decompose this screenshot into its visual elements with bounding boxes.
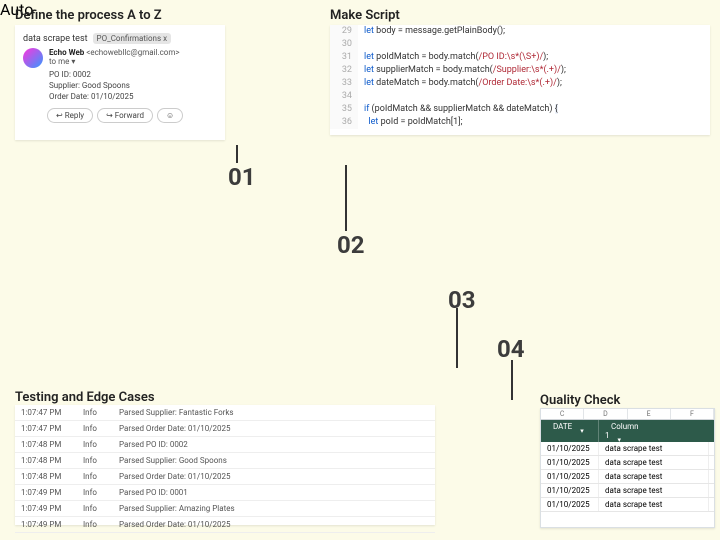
- step-tick: [236, 145, 238, 163]
- heading-script: Make Script: [330, 8, 400, 23]
- heading-process: Define the process A to Z: [15, 8, 162, 23]
- forward-button[interactable]: ↪ Forward: [97, 108, 153, 123]
- sheet-column-letters: CDEF: [541, 409, 714, 420]
- log-row: 1:07:47 PMInfoParsed Order Date: 01/10/2…: [15, 421, 435, 437]
- step-02: 02: [337, 231, 365, 259]
- line-number: 32: [330, 64, 358, 77]
- step-tick: [456, 308, 458, 368]
- line-number: 33: [330, 77, 358, 90]
- code-line: if (poIdMatch && supplierMatch && dateMa…: [358, 103, 558, 116]
- heading-testing: Testing and Edge Cases: [15, 390, 155, 405]
- step-tick: [511, 360, 513, 400]
- table-row[interactable]: 01/10/2025data scrape test: [541, 498, 714, 512]
- chevron-down-icon[interactable]: ▾: [574, 425, 590, 437]
- log-row: 1:07:49 PMInfoParsed PO ID: 0001: [15, 485, 435, 501]
- log-row: 1:07:48 PMInfoParsed Supplier: Good Spoo…: [15, 453, 435, 469]
- sheet-panel: CDEF DATE▾ Column 1▾ 01/10/2025data scra…: [540, 408, 715, 528]
- code-panel: 29let body = message.getPlainBody();3031…: [330, 25, 710, 135]
- table-row[interactable]: 01/10/2025data scrape test: [541, 456, 714, 470]
- code-line: [358, 90, 364, 103]
- table-row[interactable]: 01/10/2025data scrape test: [541, 470, 714, 484]
- code-line: let poId = poIdMatch[1];: [358, 116, 463, 129]
- code-line: let body = message.getPlainBody();: [358, 25, 505, 38]
- code-line: let supplierMatch = body.match(/Supplier…: [358, 64, 566, 77]
- step-tick: [345, 165, 347, 231]
- table-row[interactable]: 01/10/2025data scrape test: [541, 484, 714, 498]
- email-label-chip[interactable]: PO_Confirmations x: [93, 33, 171, 44]
- code-line: let poIdMatch = body.match(/PO ID:\s*(\S…: [358, 51, 548, 64]
- log-row: 1:07:48 PMInfoParsed Order Date: 01/10/2…: [15, 469, 435, 485]
- code-line: [358, 38, 364, 51]
- sheet-header[interactable]: DATE▾ Column 1▾: [541, 420, 714, 442]
- log-row: 1:07:49 PMInfoParsed Supplier: Amazing P…: [15, 501, 435, 517]
- code-line: let dateMatch = body.match(/Order Date:\…: [358, 77, 562, 90]
- email-body: PO ID: 0002 Supplier: Good Spoons Order …: [23, 68, 217, 108]
- chevron-down-icon[interactable]: ▾: [612, 434, 628, 446]
- log-row: 1:07:48 PMInfoParsed PO ID: 0002: [15, 437, 435, 453]
- react-button[interactable]: ☺: [157, 108, 183, 123]
- step-04: 04: [497, 335, 525, 363]
- line-number: 30: [330, 38, 358, 51]
- heading-quality: Quality Check: [540, 393, 620, 408]
- email-subject: data scrape test: [23, 34, 88, 44]
- line-number: 35: [330, 103, 358, 116]
- log-row: 1:07:47 PMInfoParsed Supplier: Fantastic…: [15, 405, 435, 421]
- email-panel: data scrape test PO_Confirmations x Echo…: [15, 25, 225, 140]
- log-row: 1:07:49 PMInfoParsed Order Date: 01/10/2…: [15, 517, 435, 533]
- line-number: 29: [330, 25, 358, 38]
- line-number: 34: [330, 90, 358, 103]
- log-panel: 1:07:47 PMInfoParsed Supplier: Fantastic…: [15, 405, 435, 525]
- line-number: 36: [330, 116, 358, 129]
- email-sender: Echo Web <echowebllc@gmail.com> to me ▾: [49, 48, 180, 66]
- line-number: 31: [330, 51, 358, 64]
- avatar: [23, 48, 43, 68]
- table-row[interactable]: 01/10/2025data scrape test: [541, 442, 714, 456]
- step-01: 01: [228, 163, 256, 191]
- step-03: 03: [448, 286, 476, 314]
- reply-button[interactable]: ↩ Reply: [47, 108, 93, 123]
